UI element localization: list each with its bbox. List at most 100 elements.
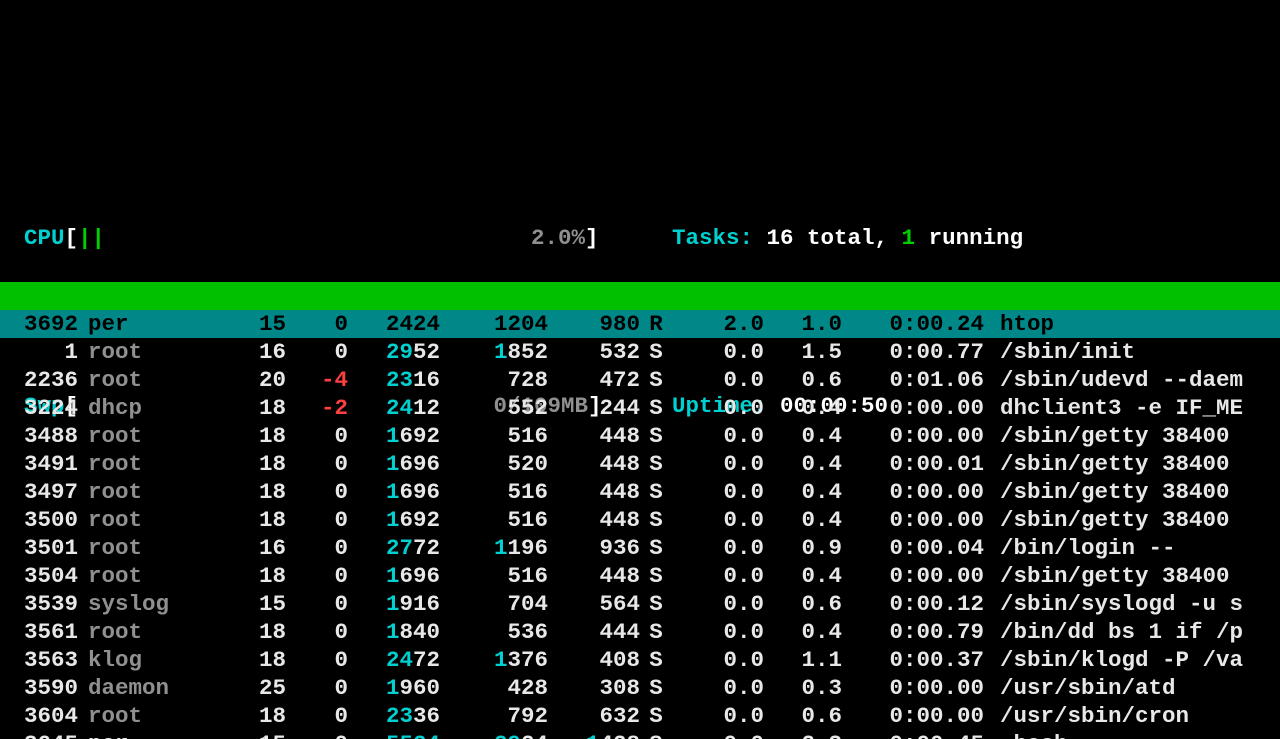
cell-pid: 3563 [0, 646, 78, 674]
cell-res: 536 [440, 618, 548, 646]
cell-state: S [640, 674, 672, 702]
cell-mem: 0.4 [764, 618, 842, 646]
cell-time: 0:00.45 [842, 730, 984, 739]
cell-state: S [640, 534, 672, 562]
cell-virt: 2772 [348, 534, 440, 562]
cell-pri: 18 [208, 618, 286, 646]
cell-time: 0:00.00 [842, 674, 984, 702]
cell-shr: 1428 [548, 730, 640, 739]
process-row[interactable]: 3504root1801696516448S0.00.40:00.00/sbin… [0, 562, 1280, 590]
process-row[interactable]: 1root16029521852532S0.01.50:00.77/sbin/i… [0, 338, 1280, 366]
cell-virt: 1696 [348, 478, 440, 506]
cell-ni: 0 [286, 338, 348, 366]
process-list[interactable]: 3692per15024241204980R2.01.00:00.24htop1… [0, 310, 1280, 739]
cell-virt: 2424 [348, 310, 440, 338]
cell-user: per [78, 730, 208, 739]
cell-ni: 0 [286, 562, 348, 590]
cell-pid: 3645 [0, 730, 78, 739]
cell-virt: 1840 [348, 618, 440, 646]
process-row[interactable]: 3500root1801692516448S0.00.40:00.00/sbin… [0, 506, 1280, 534]
cell-time: 0:00.24 [842, 310, 984, 338]
cell-cmd: /sbin/syslogd -u s [984, 590, 1243, 618]
cell-res: 516 [440, 478, 548, 506]
cell-cmd: /usr/sbin/cron [984, 702, 1189, 730]
cell-pri: 15 [208, 590, 286, 618]
cell-shr: 308 [548, 674, 640, 702]
cell-virt: 1696 [348, 562, 440, 590]
cell-res: 552 [440, 394, 548, 422]
cell-cpu: 0.0 [672, 674, 764, 702]
cell-virt: 2316 [348, 366, 440, 394]
cell-pid: 3604 [0, 702, 78, 730]
process-row[interactable]: 3497root1801696516448S0.00.40:00.00/sbin… [0, 478, 1280, 506]
process-row[interactable]: 3692per15024241204980R2.01.00:00.24htop [0, 310, 1280, 338]
cell-cmd: /usr/sbin/atd [984, 674, 1176, 702]
cell-res: 1376 [440, 646, 548, 674]
cell-user: root [78, 534, 208, 562]
cell-time: 0:00.00 [842, 478, 984, 506]
cpu-bar: || [78, 225, 105, 251]
cell-pid: 3590 [0, 674, 78, 702]
cell-cpu: 0.0 [672, 534, 764, 562]
process-row[interactable]: 2236root20-42316728472S0.00.60:01.06/sbi… [0, 366, 1280, 394]
cell-cmd: dhclient3 -e IF_ME [984, 394, 1243, 422]
cell-cpu: 2.0 [672, 310, 764, 338]
process-row[interactable]: 3539syslog1501916704564S0.00.60:00.12/sb… [0, 590, 1280, 618]
cell-res: 704 [440, 590, 548, 618]
cell-pid: 1 [0, 338, 78, 366]
cell-ni: 0 [286, 646, 348, 674]
cell-res: 516 [440, 506, 548, 534]
cell-pid: 3504 [0, 562, 78, 590]
cell-user: daemon [78, 674, 208, 702]
cell-time: 0:00.00 [842, 394, 984, 422]
tasks-line: Tasks: 16 total, 1 running [672, 224, 1280, 252]
process-row[interactable]: 3488root1801692516448S0.00.40:00.00/sbin… [0, 422, 1280, 450]
cell-res: 516 [440, 562, 548, 590]
cell-cpu: 0.0 [672, 506, 764, 534]
cell-pri: 18 [208, 646, 286, 674]
process-row[interactable]: 3645per150552429241428S0.02.30:00.45-bas… [0, 730, 1280, 739]
cell-virt: 2952 [348, 338, 440, 366]
process-row[interactable]: 3491root1801696520448S0.00.40:00.01/sbin… [0, 450, 1280, 478]
process-row[interactable]: 3224dhcp18-22412552244S0.00.40:00.00dhcl… [0, 394, 1280, 422]
cell-shr: 936 [548, 534, 640, 562]
process-row[interactable]: 3563klog18024721376408S0.01.10:00.37/sbi… [0, 646, 1280, 674]
cell-cmd: /sbin/klogd -P /va [984, 646, 1243, 674]
cell-ni: 0 [286, 506, 348, 534]
cell-virt: 1692 [348, 506, 440, 534]
cell-pri: 16 [208, 534, 286, 562]
cell-cpu: 0.0 [672, 590, 764, 618]
cell-time: 0:00.12 [842, 590, 984, 618]
cell-pid: 3224 [0, 394, 78, 422]
process-row[interactable]: 3501root16027721196936S0.00.90:00.04/bin… [0, 534, 1280, 562]
cell-mem: 0.4 [764, 562, 842, 590]
cell-mem: 0.4 [764, 422, 842, 450]
cell-pri: 18 [208, 702, 286, 730]
cell-pri: 18 [208, 478, 286, 506]
cell-cpu: 0.0 [672, 450, 764, 478]
cell-virt: 1916 [348, 590, 440, 618]
cell-pri: 20 [208, 366, 286, 394]
cell-virt: 2412 [348, 394, 440, 422]
process-row[interactable]: 3604root1802336792632S0.00.60:00.00/usr/… [0, 702, 1280, 730]
cell-shr: 564 [548, 590, 640, 618]
cell-mem: 1.1 [764, 646, 842, 674]
cpu-meter: CPU[||2.0%] [24, 224, 603, 252]
cell-pri: 18 [208, 506, 286, 534]
cell-mem: 1.5 [764, 338, 842, 366]
cell-ni: 0 [286, 478, 348, 506]
cell-mem: 0.4 [764, 478, 842, 506]
cell-state: S [640, 422, 672, 450]
cell-user: root [78, 562, 208, 590]
cell-cmd: /sbin/init [984, 338, 1135, 366]
cell-time: 0:00.00 [842, 506, 984, 534]
cell-user: root [78, 702, 208, 730]
cell-state: S [640, 366, 672, 394]
process-row[interactable]: 3590daemon2501960428308S0.00.30:00.00/us… [0, 674, 1280, 702]
cell-shr: 532 [548, 338, 640, 366]
cell-ni: 0 [286, 450, 348, 478]
cell-mem: 0.4 [764, 394, 842, 422]
cell-state: S [640, 590, 672, 618]
process-header[interactable]: PIDUSERPRINIVIRTRESSHRSCPU%MEM%TIME+Comm… [0, 282, 1280, 310]
process-row[interactable]: 3561root1801840536444S0.00.40:00.79/bin/… [0, 618, 1280, 646]
